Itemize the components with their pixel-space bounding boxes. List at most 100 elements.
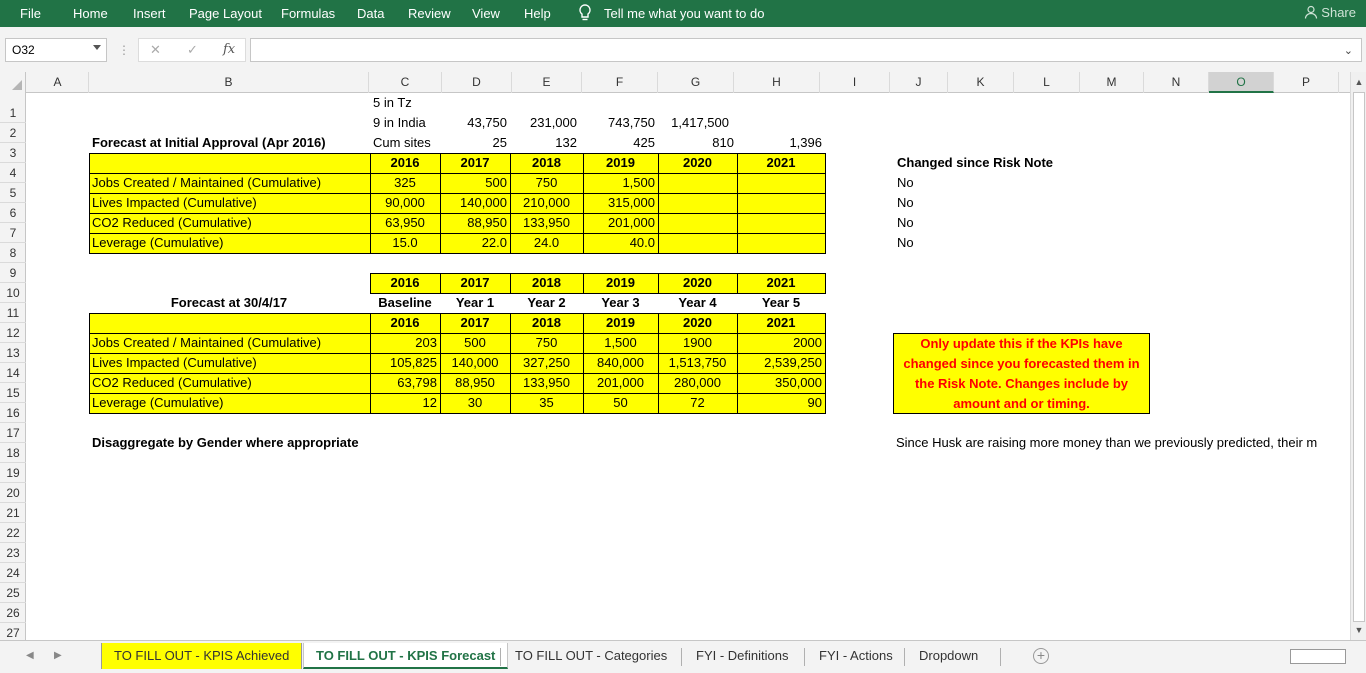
t1-year-3[interactable]: 2019 [583, 153, 658, 173]
tell-me-search[interactable]: Tell me what you want to do [604, 6, 764, 21]
t2-year-top-0[interactable]: 2016 [370, 273, 440, 293]
t2-year-3[interactable]: 2019 [583, 313, 658, 333]
scroll-left-icon[interactable]: ◀ [26, 650, 34, 661]
t1-value[interactable]: 24.0 [510, 233, 583, 253]
row-header-10[interactable]: 10 [0, 283, 26, 303]
row-header-1[interactable]: 1 [0, 103, 26, 123]
cell-e2[interactable]: 132 [510, 133, 580, 153]
t1-value[interactable]: 325 [370, 173, 440, 193]
scroll-right-icon[interactable]: ▶ [54, 650, 62, 661]
formula-input[interactable]: ⌄ [250, 38, 1362, 62]
t1-value[interactable]: 133,950 [510, 213, 583, 233]
t1-value[interactable] [737, 193, 825, 213]
row-header-17[interactable]: 17 [0, 423, 26, 443]
t2-year-4[interactable]: 2020 [658, 313, 737, 333]
row-header-8[interactable]: 8 [0, 243, 26, 263]
t2-value[interactable]: 2000 [737, 333, 825, 353]
t1-value[interactable]: 15.0 [370, 233, 440, 253]
row-header-4[interactable]: 4 [0, 163, 26, 183]
t1-year-4[interactable]: 2020 [658, 153, 737, 173]
cell-f1[interactable]: 743,750 [583, 113, 658, 133]
horizontal-scrollbar[interactable] [1290, 649, 1346, 664]
t1-value[interactable]: 210,000 [510, 193, 583, 213]
t2-value[interactable]: 50 [583, 393, 658, 413]
column-header-h[interactable]: H [734, 72, 820, 93]
t2-row-label[interactable]: Leverage (Cumulative) [89, 393, 369, 413]
worksheet[interactable]: ABCDEFGHIJKLMNOP 1 2 3 4 5 6 7 8 9 10 11 12 13 14 15 16… [0, 72, 1366, 640]
cell-c0[interactable]: 5 in Tz [370, 93, 452, 113]
t1-value[interactable] [658, 213, 737, 233]
scroll-thumb[interactable] [1353, 92, 1365, 622]
column-header-d[interactable]: D [442, 72, 512, 93]
tab-view[interactable]: View [472, 6, 500, 21]
cell-j3[interactable]: Changed since Risk Note [894, 153, 1094, 173]
t2-row-label[interactable]: CO2 Reduced (Cumulative) [89, 373, 369, 393]
tab-formulas[interactable]: Formulas [281, 6, 335, 21]
t2-year-5[interactable]: 2021 [737, 313, 825, 333]
column-header-c[interactable]: C [369, 72, 442, 93]
t2-header-label-cell[interactable] [89, 313, 371, 334]
t2-value[interactable]: 105,825 [370, 353, 440, 373]
t1-value[interactable]: 88,950 [440, 213, 510, 233]
t1-value[interactable]: 750 [510, 173, 583, 193]
add-sheet-icon[interactable]: + [1033, 648, 1049, 664]
cell-j5[interactable]: No [894, 193, 954, 213]
scroll-down-icon[interactable]: ▼ [1353, 624, 1365, 636]
vertical-scrollbar[interactable]: ▲ ▼ [1350, 72, 1366, 640]
t1-year-1[interactable]: 2017 [440, 153, 510, 173]
chevron-down-icon[interactable] [93, 45, 101, 50]
row-header-26[interactable]: 26 [0, 603, 26, 623]
cell-b10[interactable]: Forecast at 30/4/17 [89, 293, 369, 313]
sheet-tab-1[interactable]: TO FILL OUT - KPIS Forecast [303, 643, 509, 669]
column-header-a[interactable]: A [27, 72, 89, 93]
t1-value[interactable]: 63,950 [370, 213, 440, 233]
tab-help[interactable]: Help [524, 6, 551, 21]
t2-value[interactable]: 90 [737, 393, 825, 413]
t1-value[interactable] [737, 173, 825, 193]
t2-value[interactable]: 140,000 [440, 353, 510, 373]
t2-row-label[interactable]: Lives Impacted (Cumulative) [89, 353, 369, 373]
column-header-n[interactable]: N [1144, 72, 1209, 93]
t2-value[interactable]: 500 [440, 333, 510, 353]
column-header-k[interactable]: K [948, 72, 1014, 93]
row-header-24[interactable]: 24 [0, 563, 26, 583]
cell-b17[interactable]: Disaggregate by Gender where appropriate [89, 433, 389, 453]
tab-home[interactable]: Home [73, 6, 108, 21]
t1-year-5[interactable]: 2021 [737, 153, 825, 173]
tab-data[interactable]: Data [357, 6, 384, 21]
row-header-6[interactable]: 6 [0, 203, 26, 223]
t2-value[interactable]: 203 [370, 333, 440, 353]
t1-value[interactable] [658, 173, 737, 193]
tab-file[interactable]: File [20, 6, 41, 21]
t1-row-label[interactable]: Leverage (Cumulative) [89, 233, 369, 253]
cell-b2[interactable]: Forecast at Initial Approval (Apr 2016) [89, 133, 369, 153]
row-header-14[interactable]: 14 [0, 363, 26, 383]
t2-value[interactable]: 30 [440, 393, 510, 413]
t2-value[interactable]: 1,513,750 [658, 353, 737, 373]
t1-row-label[interactable]: CO2 Reduced (Cumulative) [89, 213, 369, 233]
t2-period-2[interactable]: Year 2 [510, 293, 583, 313]
t2-value[interactable]: 201,000 [583, 373, 658, 393]
t1-value[interactable]: 1,500 [583, 173, 658, 193]
t1-row-label[interactable]: Jobs Created / Maintained (Cumulative) [89, 173, 369, 193]
row-header-9[interactable]: 9 [0, 263, 26, 283]
t1-row-label[interactable]: Lives Impacted (Cumulative) [89, 193, 369, 213]
t1-value[interactable]: 201,000 [583, 213, 658, 233]
t1-value[interactable]: 140,000 [440, 193, 510, 213]
column-header-j[interactable]: J [890, 72, 948, 93]
column-header-i[interactable]: I [820, 72, 890, 93]
t2-value[interactable]: 2,539,250 [737, 353, 825, 373]
t2-year-top-2[interactable]: 2018 [510, 273, 583, 293]
column-header-m[interactable]: M [1080, 72, 1144, 93]
scroll-up-icon[interactable]: ▲ [1353, 76, 1365, 88]
cell-j6[interactable]: No [894, 213, 954, 233]
sheet-tab-0[interactable]: TO FILL OUT - KPIS Achieved [101, 643, 303, 669]
tab-page-layout[interactable]: Page Layout [189, 6, 262, 21]
sheet-tab-2[interactable]: TO FILL OUT - Categories [503, 643, 679, 669]
t2-period-1[interactable]: Year 1 [440, 293, 510, 313]
tab-insert[interactable]: Insert [133, 6, 166, 21]
cell-j4[interactable]: No [894, 173, 954, 193]
cell-e1[interactable]: 231,000 [510, 113, 580, 133]
row-header-23[interactable]: 23 [0, 543, 26, 563]
t2-year-2[interactable]: 2018 [510, 313, 583, 333]
